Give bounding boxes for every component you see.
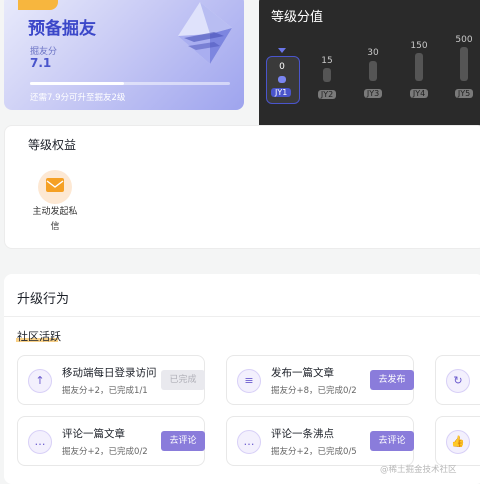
level-name: 预备掘友 [28, 19, 96, 39]
comment-icon: … [28, 430, 52, 454]
thumbs-up-icon: 👍 [446, 430, 470, 454]
comment-button[interactable]: 去评论 [370, 431, 414, 451]
task-done-button[interactable]: 已完成 [161, 370, 205, 390]
level-value: 30 [367, 48, 379, 58]
article-icon: ≡ [237, 369, 261, 393]
task-card: … 评论一条沸点 掘友分+2，已完成0/5 去评论 [226, 416, 414, 466]
score-panel-title: 等级分值 [271, 10, 324, 25]
task-card: ↑ 移动端每日登录访问 掘友分+2，已完成1/1 已完成 [17, 355, 205, 405]
task-name: 发布一篇文章 [271, 367, 334, 379]
level-tag: JY5 [454, 89, 474, 98]
benefit-label: 主动发起私信 [32, 207, 78, 232]
task-card: … 评论一篇文章 掘友分+2，已完成0/2 去评论 [17, 416, 205, 466]
publish-button[interactable]: 去发布 [370, 370, 414, 390]
upgrade-title: 升级行为 [17, 292, 70, 307]
envelope-icon [46, 178, 64, 192]
current-level-value: 0 [279, 62, 285, 72]
crystal-icon [178, 2, 232, 64]
level-value: 150 [410, 41, 428, 51]
level-bar [415, 53, 423, 81]
upgrade-hint: 还需7.9分可升至掘友2级 [30, 93, 126, 103]
level-bar [460, 47, 468, 81]
level-tag: JY3 [363, 89, 383, 98]
progress-bar [30, 82, 230, 85]
task-desc: 掘友分+2，已完成0/2 [62, 447, 148, 457]
current-marker-icon [278, 48, 286, 53]
level-value: 15 [321, 56, 333, 66]
refresh-icon: ↻ [446, 369, 470, 393]
level-value: 500 [455, 35, 473, 45]
benefits-title: 等级权益 [28, 138, 77, 152]
level-column-jy2: 15 JY2 [312, 56, 342, 101]
task-name: 评论一篇文章 [62, 428, 125, 440]
task-desc: 掘友分+8，已完成0/2 [271, 386, 357, 396]
level-column-jy4: 150 JY4 [404, 41, 434, 100]
task-name: 评论一条沸点 [271, 428, 334, 440]
task-desc: 掘友分+2，已完成1/1 [62, 386, 148, 396]
comment-button[interactable]: 去评论 [161, 431, 205, 451]
task-desc: 掘友分+2，已完成0/5 [271, 447, 357, 457]
task-card-partial: 👍 [435, 416, 480, 466]
current-level-bar [278, 76, 286, 83]
level-badge [18, 0, 58, 10]
task-card: ≡ 发布一篇文章 掘友分+8，已完成0/2 去发布 [226, 355, 414, 405]
task-name: 移动端每日登录访问 [62, 367, 157, 379]
divider [4, 316, 480, 317]
current-level-tag: JY1 [271, 88, 292, 97]
progress-fill [30, 82, 124, 85]
level-bar [323, 68, 331, 82]
level-bar [369, 61, 377, 81]
watermark: @稀土掘金技术社区 [380, 465, 457, 475]
level-column-jy3: 30 JY3 [358, 48, 388, 100]
task-card-partial: ↻ [435, 355, 480, 405]
login-icon: ↑ [28, 369, 52, 393]
comment-icon: … [237, 430, 261, 454]
section-title: 社区活跃 [17, 330, 61, 343]
score-value: 7.1 [30, 56, 52, 70]
level-column-jy5: 500 JY5 [449, 35, 479, 100]
level-tag: JY4 [409, 89, 429, 98]
level-tag: JY2 [317, 90, 337, 99]
